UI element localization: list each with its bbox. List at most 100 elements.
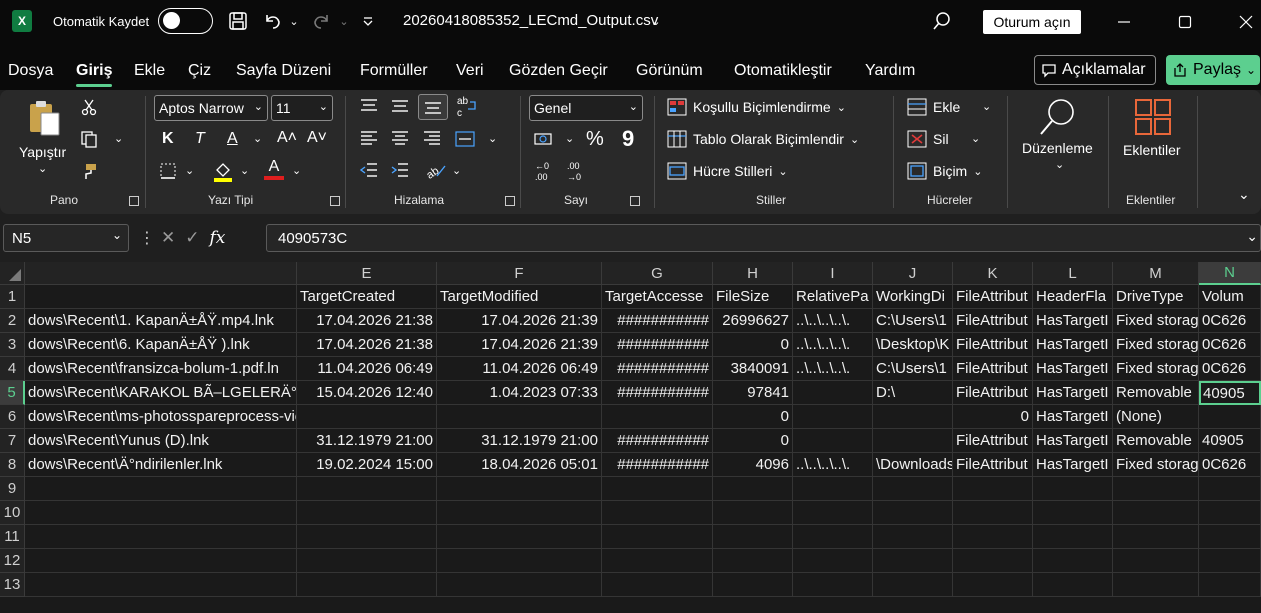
cell[interactable]: dows\Recent\fransizca-bolum-1.pdf.ln	[25, 357, 297, 381]
cell[interactable]	[793, 429, 873, 453]
tab-review[interactable]: Gözden Geçir	[509, 62, 608, 80]
row-header[interactable]: 1	[0, 285, 25, 309]
currency-dropdown-icon[interactable]: ⌄	[565, 132, 574, 145]
cell[interactable]	[25, 549, 297, 573]
cell[interactable]	[953, 525, 1033, 549]
conditional-format-button[interactable]: Koşullu Biçimlendirme ⌄	[667, 98, 846, 116]
share-dropdown-icon[interactable]: ⌄	[1246, 63, 1256, 77]
cell[interactable]: 40905	[1199, 429, 1261, 453]
cell[interactable]	[602, 549, 713, 573]
cell[interactable]: dows\Recent\ms-photosspareprocess-viewer…	[25, 405, 297, 429]
column-header[interactable]: G	[602, 262, 713, 285]
cell[interactable]: ..\..\..\..\.	[793, 309, 873, 333]
signin-button[interactable]: Oturum açın	[983, 10, 1081, 34]
cell[interactable]	[713, 573, 793, 597]
cell[interactable]: ###########	[602, 453, 713, 477]
wrap-text-icon[interactable]: ab c	[456, 94, 478, 118]
cell[interactable]	[953, 549, 1033, 573]
cell[interactable]	[602, 525, 713, 549]
cell[interactable]	[25, 525, 297, 549]
cell[interactable]: HeaderFla	[1033, 285, 1113, 309]
cell[interactable]	[602, 477, 713, 501]
cell[interactable]	[437, 501, 602, 525]
tab-page-layout[interactable]: Sayfa Düzeni	[236, 62, 331, 80]
tab-home[interactable]: Giriş	[76, 62, 113, 87]
cell[interactable]	[953, 477, 1033, 501]
tab-file[interactable]: Dosya	[8, 62, 53, 80]
row-header[interactable]: 6	[0, 405, 25, 429]
cell[interactable]	[297, 405, 437, 429]
confirm-edit-icon[interactable]: ✓	[185, 228, 199, 248]
borders-icon[interactable]	[159, 162, 177, 180]
row-header[interactable]: 3	[0, 333, 25, 357]
orientation-icon[interactable]: ab	[425, 160, 447, 180]
cell[interactable]	[953, 501, 1033, 525]
cell[interactable]: ###########	[602, 429, 713, 453]
cell[interactable]: FileAttribut	[953, 381, 1033, 405]
cell[interactable]	[1113, 573, 1199, 597]
cell[interactable]	[1113, 501, 1199, 525]
cell[interactable]: ..\..\..\..\.	[793, 453, 873, 477]
cell[interactable]: Volum	[1199, 285, 1261, 309]
number-launcher-icon[interactable]	[630, 196, 640, 206]
increase-decimal-icon[interactable]: ←0.00	[534, 160, 556, 182]
addins-label[interactable]: Eklentiler	[1123, 142, 1181, 158]
tab-data[interactable]: Veri	[456, 62, 484, 80]
cell[interactable]	[873, 477, 953, 501]
cell[interactable]: Removable	[1113, 381, 1199, 405]
cell[interactable]: 1.04.2023 07:33	[437, 381, 602, 405]
cell[interactable]: Fixed storag	[1113, 333, 1199, 357]
cell[interactable]: D:\	[873, 381, 953, 405]
autosave-toggle[interactable]	[158, 8, 213, 34]
align-middle-icon[interactable]	[391, 98, 409, 114]
tab-automate[interactable]: Otomatikleştir	[734, 62, 832, 80]
cell[interactable]	[25, 573, 297, 597]
cell[interactable]: ###########	[602, 309, 713, 333]
cell[interactable]: HasTargetI	[1033, 429, 1113, 453]
cell[interactable]	[1199, 477, 1261, 501]
cell[interactable]: dows\Recent\1. KapanÄ±ÅŸ.mp4.lnk	[25, 309, 297, 333]
align-left-icon[interactable]	[360, 130, 378, 146]
cell[interactable]	[713, 525, 793, 549]
cell[interactable]	[1033, 573, 1113, 597]
cell[interactable]	[297, 549, 437, 573]
fill-color-icon[interactable]	[212, 160, 234, 182]
cell[interactable]	[873, 573, 953, 597]
cell[interactable]	[873, 501, 953, 525]
number-format-select[interactable]: Genel ⌄	[529, 95, 643, 121]
comma-button[interactable]: 9	[622, 126, 634, 152]
tab-help[interactable]: Yardım	[865, 62, 915, 80]
cell[interactable]: \Downloads	[873, 453, 953, 477]
copy-dropdown-icon[interactable]: ⌄	[114, 132, 123, 145]
redo-icon[interactable]	[310, 8, 334, 34]
delete-cells-button[interactable]: Sil	[907, 130, 949, 148]
ribbon-collapse-icon[interactable]: ⌄	[1238, 186, 1250, 203]
row-header[interactable]: 9	[0, 477, 25, 501]
merge-dropdown-icon[interactable]: ⌄	[488, 132, 497, 145]
cell[interactable]: FileAttribut	[953, 309, 1033, 333]
borders-dropdown-icon[interactable]: ⌄	[185, 164, 194, 177]
underline-button[interactable]: A	[227, 130, 238, 148]
italic-button[interactable]: T	[195, 130, 205, 148]
row-header[interactable]: 2	[0, 309, 25, 333]
copy-icon[interactable]	[80, 130, 98, 148]
row-header[interactable]: 8	[0, 453, 25, 477]
addins-icon[interactable]	[1134, 98, 1172, 136]
cell[interactable]	[437, 405, 602, 429]
cell[interactable]: 19.02.2024 15:00	[297, 453, 437, 477]
cell[interactable]: 17.04.2026 21:38	[297, 309, 437, 333]
format-as-table-button[interactable]: Tablo Olarak Biçimlendir ⌄	[667, 130, 859, 148]
cell[interactable]: \Desktop\K	[873, 333, 953, 357]
cell[interactable]: FileSize	[713, 285, 793, 309]
row-header[interactable]: 7	[0, 429, 25, 453]
cell[interactable]: 0C626	[1199, 453, 1261, 477]
cell[interactable]: 17.04.2026 21:39	[437, 333, 602, 357]
select-all-corner[interactable]	[0, 262, 25, 285]
cell[interactable]	[297, 501, 437, 525]
cell[interactable]	[793, 381, 873, 405]
cell[interactable]: dows\Recent\6. KapanÄ±ÅŸ ).lnk	[25, 333, 297, 357]
cell[interactable]	[297, 525, 437, 549]
cell[interactable]: FileAttribut	[953, 285, 1033, 309]
cell[interactable]	[793, 405, 873, 429]
currency-icon[interactable]	[534, 130, 556, 148]
